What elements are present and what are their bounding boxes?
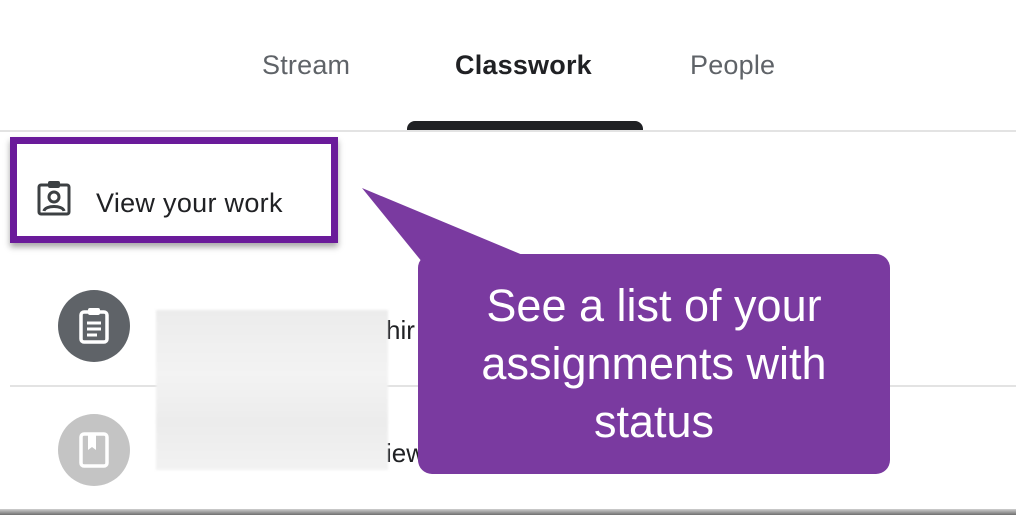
material-item-icon[interactable] [58,414,130,486]
tab-bar: Stream Classwork People [0,0,1016,130]
assignment-item-title[interactable]: hir [386,315,415,346]
material-icon [79,432,109,468]
tab-classwork[interactable]: Classwork [455,50,592,81]
active-tab-indicator [407,121,643,130]
view-your-work-button[interactable]: View your work [10,137,338,243]
assignment-item-icon[interactable] [58,290,130,362]
callout-text: See a list of your assignments with stat… [481,280,827,447]
redacted-titles [156,310,388,470]
assignment-icon [79,308,109,344]
callout-box: See a list of your assignments with stat… [418,254,890,474]
bottom-edge [0,509,1016,515]
assignment-ind-icon [37,181,71,216]
view-your-work-label: View your work [96,188,283,218]
tab-people[interactable]: People [690,50,775,81]
tab-stream[interactable]: Stream [262,50,350,81]
tabs-divider [0,130,1016,132]
